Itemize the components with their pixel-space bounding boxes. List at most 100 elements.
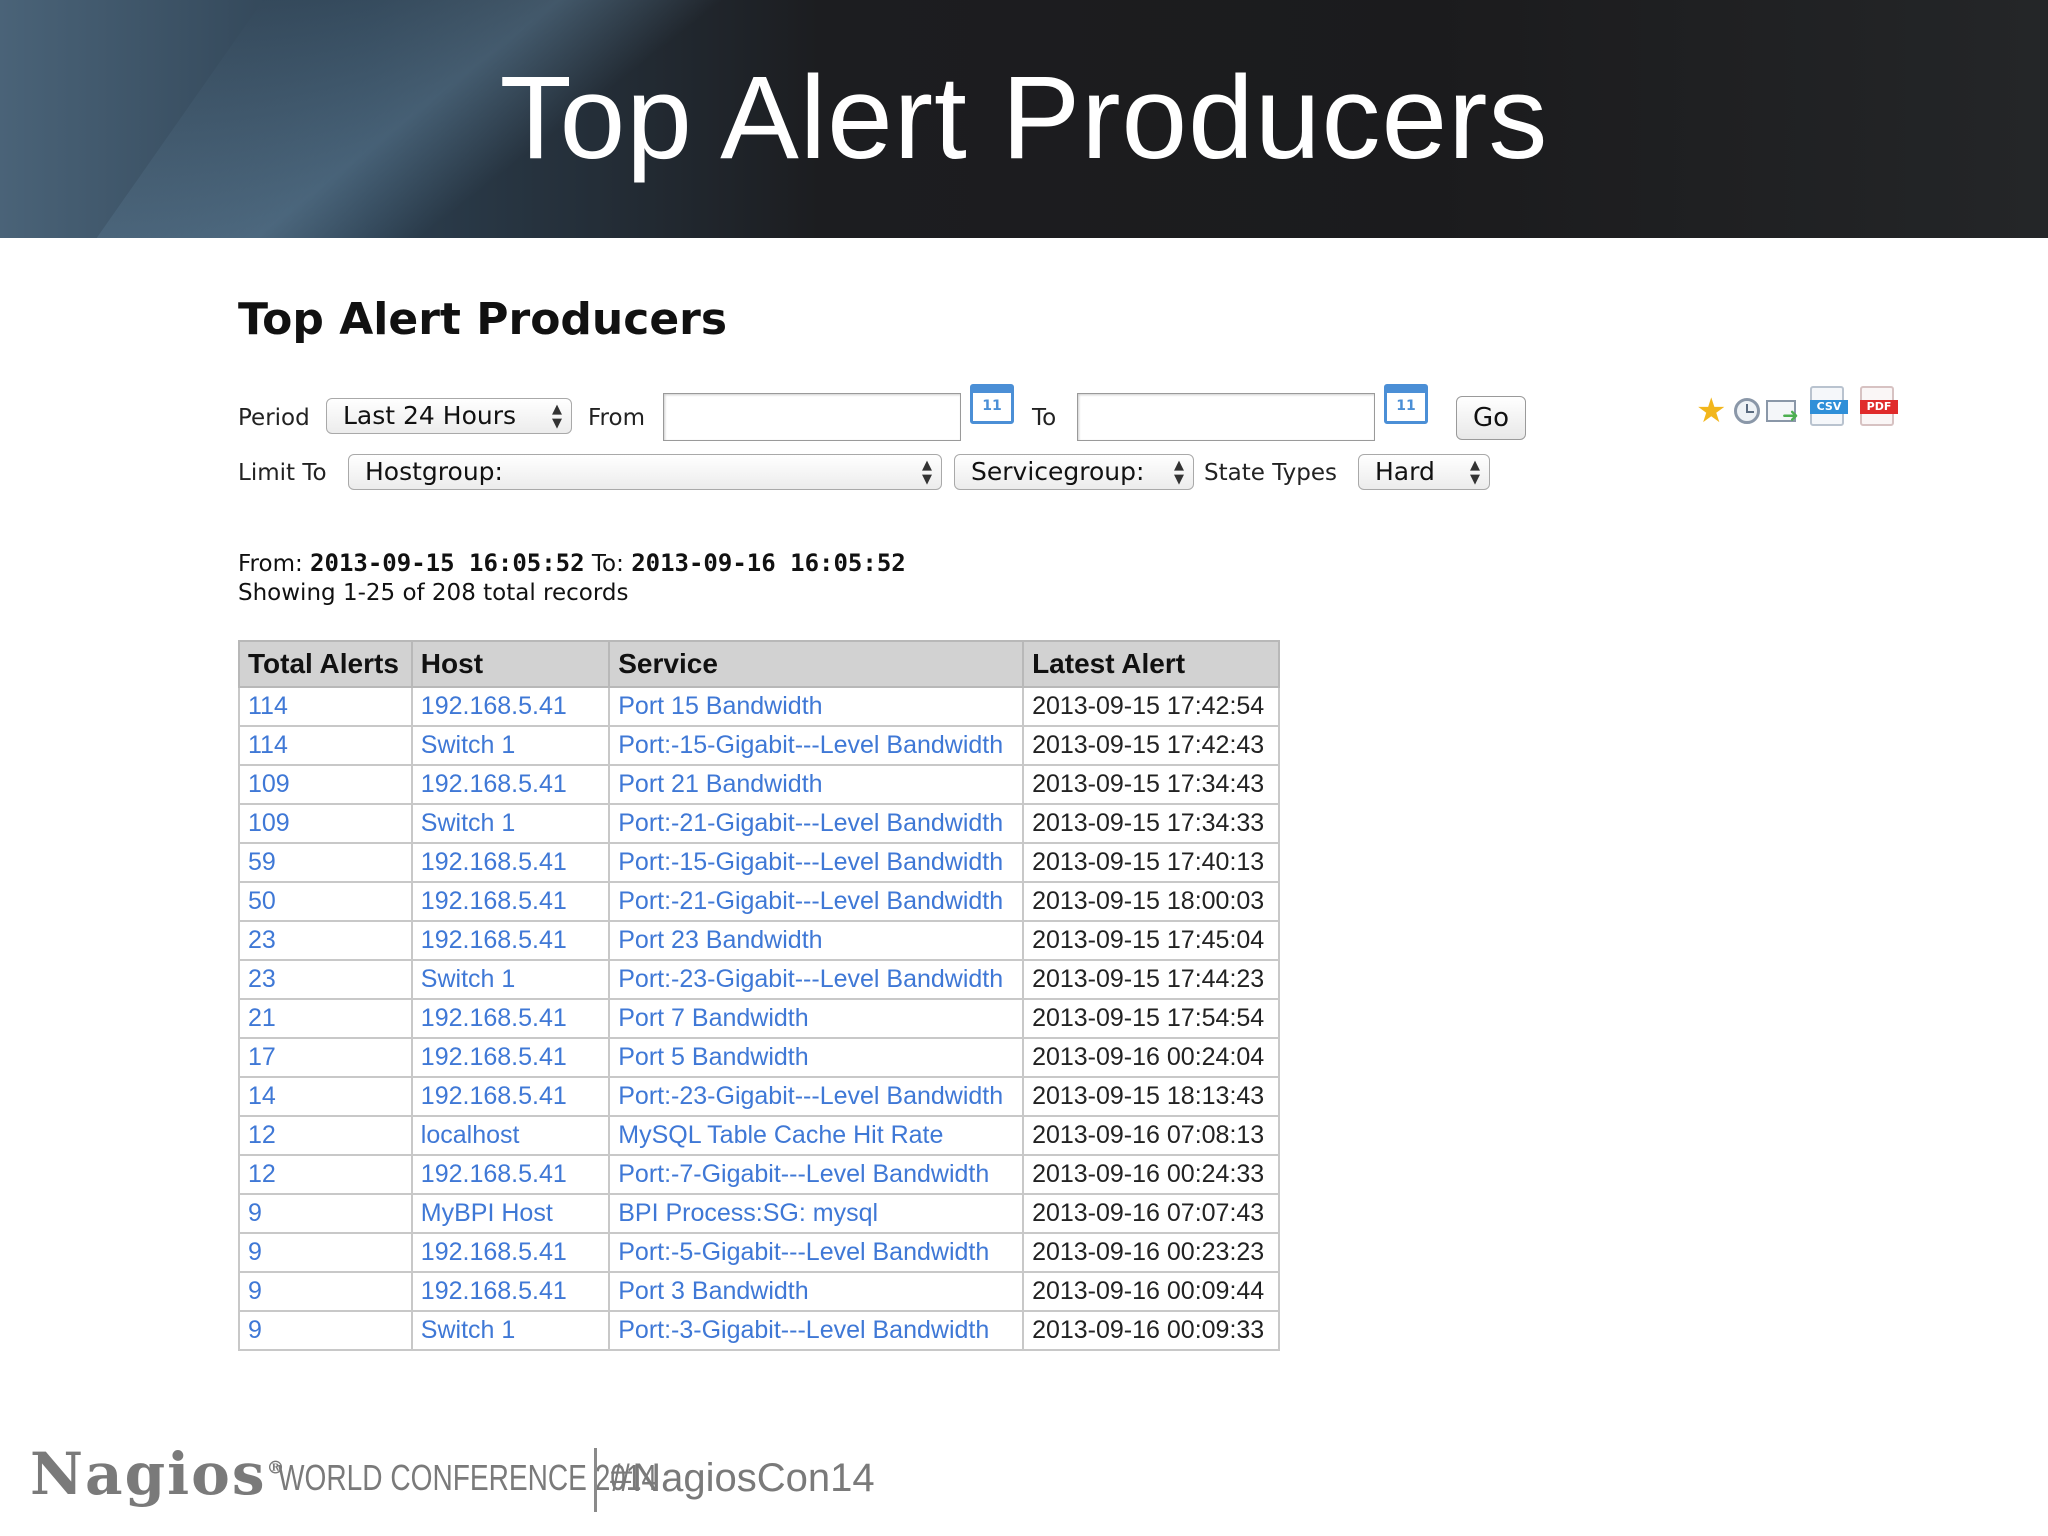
cell-total-alerts[interactable]: 114 bbox=[238, 686, 413, 727]
table-row: 9 192.168.5.41 Port:-5-Gigabit---Level Ban… bbox=[238, 1232, 1280, 1273]
cell-total-alerts[interactable]: 12 bbox=[238, 1154, 413, 1195]
cell-latest-alert: 2013-09-15 17:45:04 bbox=[1022, 920, 1280, 961]
cell-host[interactable]: Switch 1 bbox=[410, 803, 611, 844]
record-count: Showing 1-25 of 208 total records bbox=[238, 580, 629, 606]
cell-service[interactable]: Port:-3-Gigabit---Level Bandwidth bbox=[608, 1310, 1025, 1351]
table-row: 9 MyBPI Host BPI Process:SG: mysql 2013-09-… bbox=[238, 1193, 1280, 1234]
table-header-row: Total Alerts Host Service Latest Alert bbox=[238, 640, 1280, 688]
cell-total-alerts[interactable]: 109 bbox=[238, 764, 413, 805]
cell-host[interactable]: 192.168.5.41 bbox=[410, 1271, 611, 1312]
cell-service[interactable]: Port:-5-Gigabit---Level Bandwidth bbox=[608, 1232, 1025, 1273]
pdf-icon-text: PDF bbox=[1860, 400, 1898, 414]
table-row: 59 192.168.5.41 Port:-15-Gigabit---Level B… bbox=[238, 842, 1280, 883]
cell-service[interactable]: Port:-7-Gigabit---Level Bandwidth bbox=[608, 1154, 1025, 1195]
cell-total-alerts[interactable]: 109 bbox=[238, 803, 413, 844]
table-row: 50 192.168.5.41 Port:-21-Gigabit---Level B… bbox=[238, 881, 1280, 922]
to-calendar-icon[interactable]: 11 bbox=[1384, 384, 1428, 424]
csv-icon[interactable]: CSV bbox=[1810, 386, 1848, 426]
cell-total-alerts[interactable]: 9 bbox=[238, 1271, 413, 1312]
table-row: 9 Switch 1 Port:-3-Gigabit---Level Bandwid… bbox=[238, 1310, 1280, 1351]
servicegroup-select[interactable]: Servicegroup: ▲ ▼ bbox=[954, 454, 1194, 490]
table-row: 109 Switch 1 Port:-21-Gigabit---Level Band… bbox=[238, 803, 1280, 844]
cell-host[interactable]: Switch 1 bbox=[410, 959, 611, 1000]
cell-host[interactable]: 192.168.5.41 bbox=[410, 1076, 611, 1117]
cell-total-alerts[interactable]: 9 bbox=[238, 1232, 413, 1273]
cell-host[interactable]: Switch 1 bbox=[410, 1310, 611, 1351]
cell-host[interactable]: 192.168.5.41 bbox=[410, 920, 611, 961]
cell-host[interactable]: Switch 1 bbox=[410, 725, 611, 766]
period-select-value: Last 24 Hours bbox=[343, 401, 517, 430]
cell-total-alerts[interactable]: 50 bbox=[238, 881, 413, 922]
cell-total-alerts[interactable]: 23 bbox=[238, 959, 413, 1000]
cell-latest-alert: 2013-09-16 00:24:04 bbox=[1022, 1037, 1280, 1078]
go-button[interactable]: Go bbox=[1456, 396, 1526, 440]
from-calendar-icon[interactable]: 11 bbox=[970, 384, 1014, 424]
period-select[interactable]: Last 24 Hours ▲ ▼ bbox=[326, 398, 572, 434]
report-date-range: From: 2013-09-15 16:05:52 To: 2013-09-16… bbox=[238, 549, 906, 577]
cell-total-alerts[interactable]: 17 bbox=[238, 1037, 413, 1078]
cell-host[interactable]: 192.168.5.41 bbox=[410, 881, 611, 922]
cell-host[interactable]: 192.168.5.41 bbox=[410, 998, 611, 1039]
select-arrows-icon: ▲ ▼ bbox=[1470, 458, 1480, 487]
table-row: 12 localhost MySQL Table Cache Hit Rate 201… bbox=[238, 1115, 1280, 1156]
cell-total-alerts[interactable]: 23 bbox=[238, 920, 413, 961]
cell-host[interactable]: MyBPI Host bbox=[410, 1193, 611, 1234]
cell-service[interactable]: Port:-21-Gigabit---Level Bandwidth bbox=[608, 881, 1025, 922]
cell-latest-alert: 2013-09-15 17:42:54 bbox=[1022, 686, 1280, 727]
email-icon[interactable]: ➜ bbox=[1766, 400, 1799, 425]
cell-service[interactable]: Port:-23-Gigabit---Level Bandwidth bbox=[608, 1076, 1025, 1117]
cell-service[interactable]: Port:-23-Gigabit---Level Bandwidth bbox=[608, 959, 1025, 1000]
header-service[interactable]: Service bbox=[608, 640, 1025, 688]
table-row: 23 Switch 1 Port:-23-Gigabit---Level Bandw… bbox=[238, 959, 1280, 1000]
cell-service[interactable]: Port:-21-Gigabit---Level Bandwidth bbox=[608, 803, 1025, 844]
cell-latest-alert: 2013-09-16 07:08:13 bbox=[1022, 1115, 1280, 1156]
nagios-logo-text: Nagios bbox=[30, 1440, 267, 1508]
hostgroup-select[interactable]: Hostgroup: ▲ ▼ bbox=[348, 454, 942, 490]
csv-icon-text: CSV bbox=[1810, 400, 1848, 414]
cell-total-alerts[interactable]: 9 bbox=[238, 1193, 413, 1234]
cell-host[interactable]: 192.168.5.41 bbox=[410, 842, 611, 883]
header-host[interactable]: Host bbox=[410, 640, 611, 688]
cell-latest-alert: 2013-09-16 00:24:33 bbox=[1022, 1154, 1280, 1195]
cell-service[interactable]: Port 5 Bandwidth bbox=[608, 1037, 1025, 1078]
cell-latest-alert: 2013-09-15 17:42:43 bbox=[1022, 725, 1280, 766]
cell-service[interactable]: Port:-15-Gigabit---Level Bandwidth bbox=[608, 725, 1025, 766]
cell-total-alerts[interactable]: 59 bbox=[238, 842, 413, 883]
cell-latest-alert: 2013-09-16 07:07:43 bbox=[1022, 1193, 1280, 1234]
pdf-icon[interactable]: PDF bbox=[1860, 386, 1898, 426]
cell-total-alerts[interactable]: 114 bbox=[238, 725, 413, 766]
cell-host[interactable]: localhost bbox=[410, 1115, 611, 1156]
cell-total-alerts[interactable]: 14 bbox=[238, 1076, 413, 1117]
cell-total-alerts[interactable]: 9 bbox=[238, 1310, 413, 1351]
cell-host[interactable]: 192.168.5.41 bbox=[410, 764, 611, 805]
from-label: From bbox=[588, 405, 645, 431]
from-date-input[interactable] bbox=[663, 393, 961, 441]
cell-latest-alert: 2013-09-15 17:34:43 bbox=[1022, 764, 1280, 805]
cell-service[interactable]: MySQL Table Cache Hit Rate bbox=[608, 1115, 1025, 1156]
cell-service[interactable]: Port:-15-Gigabit---Level Bandwidth bbox=[608, 842, 1025, 883]
cell-total-alerts[interactable]: 12 bbox=[238, 1115, 413, 1156]
to-date-input[interactable] bbox=[1077, 393, 1375, 441]
cell-host[interactable]: 192.168.5.41 bbox=[410, 686, 611, 727]
cell-service[interactable]: Port 23 Bandwidth bbox=[608, 920, 1025, 961]
header-total-alerts[interactable]: Total Alerts bbox=[238, 640, 413, 688]
clock-icon[interactable] bbox=[1734, 398, 1760, 424]
alerts-table-container[interactable]: Total Alerts Host Service Latest Alert 1… bbox=[238, 640, 1280, 1402]
cell-latest-alert: 2013-09-15 17:34:33 bbox=[1022, 803, 1280, 844]
cell-service[interactable]: BPI Process:SG: mysql bbox=[608, 1193, 1025, 1234]
table-row: 114 192.168.5.41 Port 15 Bandwidth 2013-09-… bbox=[238, 686, 1280, 727]
conference-name: WORLD CONFERENCE 2014 bbox=[278, 1457, 658, 1498]
table-body: 114 192.168.5.41 Port 15 Bandwidth 2013-09-… bbox=[238, 686, 1280, 1351]
cell-service[interactable]: Port 21 Bandwidth bbox=[608, 764, 1025, 805]
cell-service[interactable]: Port 15 Bandwidth bbox=[608, 686, 1025, 727]
cell-service[interactable]: Port 7 Bandwidth bbox=[608, 998, 1025, 1039]
cell-host[interactable]: 192.168.5.41 bbox=[410, 1232, 611, 1273]
cell-host[interactable]: 192.168.5.41 bbox=[410, 1037, 611, 1078]
cell-host[interactable]: 192.168.5.41 bbox=[410, 1154, 611, 1195]
cell-service[interactable]: Port 3 Bandwidth bbox=[608, 1271, 1025, 1312]
nagios-logo: Nagios® bbox=[30, 1440, 287, 1508]
header-latest-alert[interactable]: Latest Alert bbox=[1022, 640, 1280, 688]
star-icon[interactable]: ★ bbox=[1696, 394, 1726, 428]
cell-total-alerts[interactable]: 21 bbox=[238, 998, 413, 1039]
state-types-select[interactable]: Hard ▲ ▼ bbox=[1358, 454, 1490, 490]
